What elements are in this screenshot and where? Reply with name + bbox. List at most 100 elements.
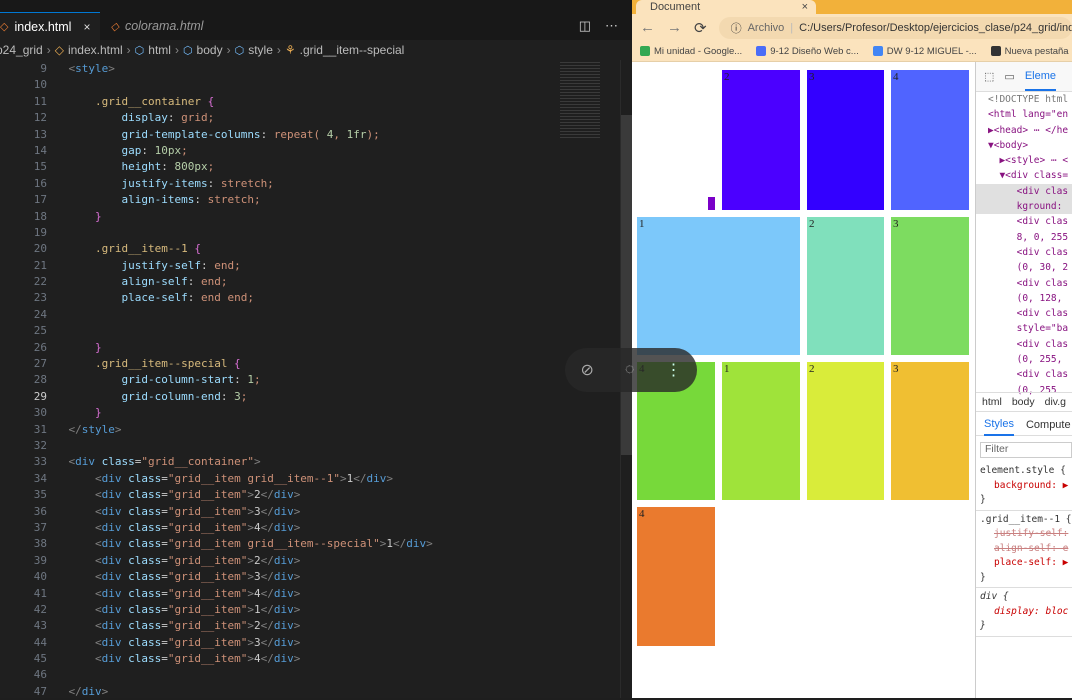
breadcrumb-style[interactable]: style	[248, 43, 273, 57]
code-line[interactable]: 36 <div class="grid__item">3</div>	[0, 504, 600, 520]
dom-node[interactable]: <div clas	[976, 276, 1072, 291]
reload-icon[interactable]: ⟳	[694, 19, 707, 37]
browser-tab[interactable]: Document ×	[636, 0, 816, 14]
code-line[interactable]: 14 gap: 10px;	[0, 143, 600, 159]
code-line[interactable]: 33 <div class="grid__container">	[0, 454, 600, 470]
dom-node[interactable]: <div clas	[976, 183, 1072, 200]
dom-node[interactable]: ▼<div class=	[976, 168, 1072, 183]
split-editor-icon[interactable]: ◫	[579, 18, 591, 34]
code-line[interactable]: 19	[0, 225, 600, 241]
dom-node[interactable]: (0, 255,	[976, 352, 1072, 367]
code-line[interactable]: 44 <div class="grid__item">3</div>	[0, 635, 600, 651]
rule-property[interactable]: background: ▶	[980, 479, 1068, 494]
dom-node[interactable]: <div clas	[976, 245, 1072, 260]
code-line[interactable]: 15 height: 800px;	[0, 159, 600, 175]
grid-item[interactable]: 1	[637, 217, 800, 355]
grid-item[interactable]: 1	[708, 197, 715, 210]
dom-node[interactable]: (0, 128,	[976, 291, 1072, 306]
code-line[interactable]: 29 grid-column-end: 3;	[0, 389, 600, 405]
code-line[interactable]: 11 .grid__container {	[0, 94, 600, 110]
dom-node[interactable]: <div clas	[976, 306, 1072, 321]
code-line[interactable]: 41 <div class="grid__item">4</div>	[0, 586, 600, 602]
styles-filter-input[interactable]: Filter	[980, 442, 1072, 458]
breadcrumb-html[interactable]: html	[148, 43, 171, 57]
bookmark[interactable]: DW 9-12 MIGUEL -...	[872, 46, 977, 57]
code-line[interactable]: 23 place-self: end end;	[0, 290, 600, 306]
code-line[interactable]: 9 <style>	[0, 61, 600, 77]
code-line[interactable]: 10	[0, 77, 600, 93]
code-area[interactable]: 9 <style> 10 11 .grid__container {12 disp…	[0, 61, 600, 700]
code-line[interactable]: 39 <div class="grid__item">2</div>	[0, 553, 600, 569]
hide-icon[interactable]: ◌	[625, 361, 635, 379]
code-line[interactable]: 20 .grid__item--1 {	[0, 241, 600, 257]
tab-computed[interactable]: Compute	[1026, 419, 1071, 431]
dom-node[interactable]: style="ba	[976, 321, 1072, 336]
code-line[interactable]: 43 <div class="grid__item">2</div>	[0, 618, 600, 634]
code-line[interactable]: 40 <div class="grid__item">3</div>	[0, 569, 600, 585]
grid-item[interactable]: 3	[891, 362, 969, 500]
inspect-icon[interactable]: ⬚	[984, 70, 994, 83]
code-line[interactable]: 46	[0, 667, 600, 683]
bookmark[interactable]: Nueva pestaña	[990, 46, 1069, 57]
address-bar[interactable]: ⓘ Archivo | C:/Users/Profesor/Desktop/ej…	[718, 16, 1072, 39]
code-line[interactable]: 32	[0, 438, 600, 454]
code-line[interactable]: 35 <div class="grid__item">2</div>	[0, 487, 600, 503]
grid-item[interactable]: 1	[722, 362, 800, 500]
bookmark[interactable]: 9-12 Diseño Web c...	[756, 46, 859, 57]
dom-node[interactable]: <!DOCTYPE html	[976, 92, 1072, 107]
code-line[interactable]: 42 <div class="grid__item">1</div>	[0, 602, 600, 618]
breadcrumb-selector[interactable]: .grid__item--special	[300, 43, 405, 57]
rule-property[interactable]: place-self: ▶	[980, 556, 1068, 571]
tab-colorama-html[interactable]: ◇ colorama.html	[100, 12, 213, 40]
code-line[interactable]: 17 align-items: stretch;	[0, 192, 600, 208]
rule-property-overridden[interactable]: align-self: e	[980, 542, 1068, 557]
rule-property-overridden[interactable]: justify-self:	[980, 527, 1068, 542]
dom-node[interactable]: <div clas	[976, 214, 1072, 229]
code-line[interactable]: 37 <div class="grid__item">4</div>	[0, 520, 600, 536]
dom-node[interactable]: (0, 30, 2	[976, 260, 1072, 275]
dom-node[interactable]: ▼<body>	[976, 138, 1072, 153]
dom-node[interactable]: 8, 0, 255	[976, 230, 1072, 245]
close-tab-icon[interactable]: ×	[802, 0, 808, 14]
tab-index-html[interactable]: ◇ index.html ×	[0, 12, 101, 40]
code-line[interactable]: 24	[0, 307, 600, 323]
code-line[interactable]: 31 </style>	[0, 422, 600, 438]
code-line[interactable]: 25	[0, 323, 600, 339]
dom-node[interactable]: ▶<head> ⋯ </he	[976, 123, 1072, 138]
code-line[interactable]: 12 display: grid;	[0, 110, 600, 126]
code-line[interactable]: 28 grid-column-start: 1;	[0, 372, 600, 388]
code-line[interactable]: 27 .grid__item--special {	[0, 356, 600, 372]
crumb-div[interactable]: div.g	[1045, 396, 1066, 408]
unpin-icon[interactable]: ⊘	[581, 360, 594, 380]
back-icon[interactable]: ←	[640, 19, 655, 36]
dom-node[interactable]: <html lang="en	[976, 107, 1072, 122]
code-line[interactable]: 30 }	[0, 405, 600, 421]
grid-item[interactable]: 4	[637, 507, 715, 646]
code-line[interactable]: 21 justify-self: end;	[0, 258, 600, 274]
dom-node[interactable]: <div clas	[976, 367, 1072, 382]
forward-icon[interactable]: →	[667, 19, 682, 36]
tab-styles[interactable]: Styles	[984, 414, 1014, 436]
grid-item[interactable]: 2	[807, 217, 884, 355]
code-line[interactable]: 16 justify-items: stretch;	[0, 176, 600, 192]
code-line[interactable]: 45 <div class="grid__item">4</div>	[0, 651, 600, 667]
close-tab-icon[interactable]: ×	[83, 20, 90, 34]
code-line[interactable]: 34 <div class="grid__item grid__item--1"…	[0, 471, 600, 487]
grid-item[interactable]: 2	[807, 362, 884, 500]
device-toolbar-icon[interactable]: ▭	[1004, 70, 1014, 83]
code-line[interactable]: 13 grid-template-columns: repeat( 4, 1fr…	[0, 127, 600, 143]
tab-elements[interactable]: Eleme	[1024, 63, 1056, 91]
breadcrumb-folder[interactable]: p24_grid	[0, 43, 43, 57]
minimap[interactable]	[560, 60, 600, 140]
grid-item[interactable]: 4	[891, 70, 969, 210]
code-line[interactable]: 18 }	[0, 209, 600, 225]
crumb-body[interactable]: body	[1012, 396, 1035, 408]
code-line[interactable]: 38 <div class="grid__item grid__item--sp…	[0, 536, 600, 552]
more-actions-icon[interactable]: ⋯	[605, 18, 618, 34]
dom-node[interactable]: kground:	[976, 199, 1072, 215]
code-line[interactable]: 22 align-self: end;	[0, 274, 600, 290]
grid-item[interactable]: 2	[722, 70, 800, 210]
breadcrumb-file[interactable]: index.html	[68, 43, 123, 57]
bookmark[interactable]: Mi unidad - Google...	[640, 46, 742, 57]
dom-node[interactable]: ▶<style> ⋯ <	[976, 153, 1072, 168]
